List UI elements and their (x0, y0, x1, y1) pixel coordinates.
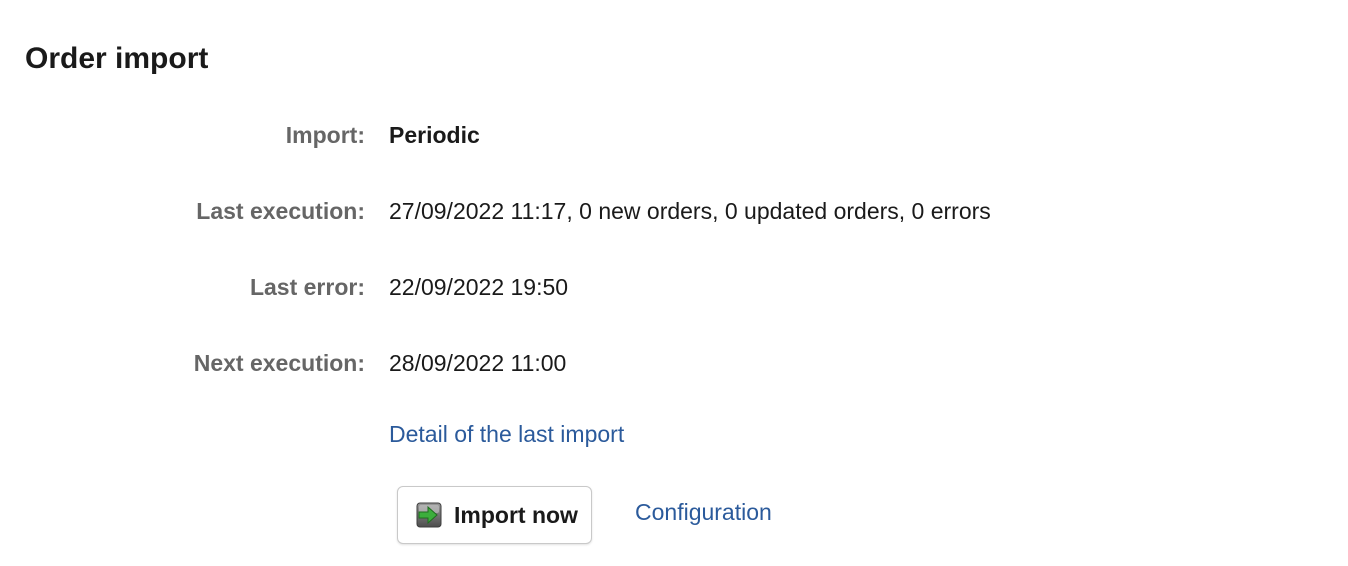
last-execution-value: 27/09/2022 11:17, 0 new orders, 0 update… (389, 198, 991, 224)
import-now-label: Import now (454, 501, 578, 528)
import-now-button[interactable]: Import now (397, 486, 592, 544)
page-title: Order import (25, 42, 209, 75)
import-label: Import: (285, 122, 365, 148)
last-error-value: 22/09/2022 19:50 (389, 274, 569, 300)
last-execution-label: Last execution: (196, 198, 365, 224)
last-error-label: Last error: (249, 274, 365, 300)
next-execution-label: Next execution: (193, 350, 365, 376)
order-import-page: Order import Import: Periodic Last execu… (0, 0, 1348, 566)
import-arrow-icon (414, 500, 444, 530)
last-error-row: Last error: 22/09/2022 19:50 (0, 267, 1348, 307)
import-row: Import: Periodic (0, 115, 1348, 155)
detail-last-import-link[interactable]: Detail of the last import (389, 421, 624, 448)
next-execution-row: Next execution: 28/09/2022 11:00 (0, 343, 1348, 383)
last-execution-row: Last execution: 27/09/2022 11:17, 0 new … (0, 191, 1348, 231)
configuration-link[interactable]: Configuration (635, 499, 772, 526)
next-execution-value: 28/09/2022 11:00 (389, 350, 567, 376)
import-value: Periodic (389, 122, 480, 148)
